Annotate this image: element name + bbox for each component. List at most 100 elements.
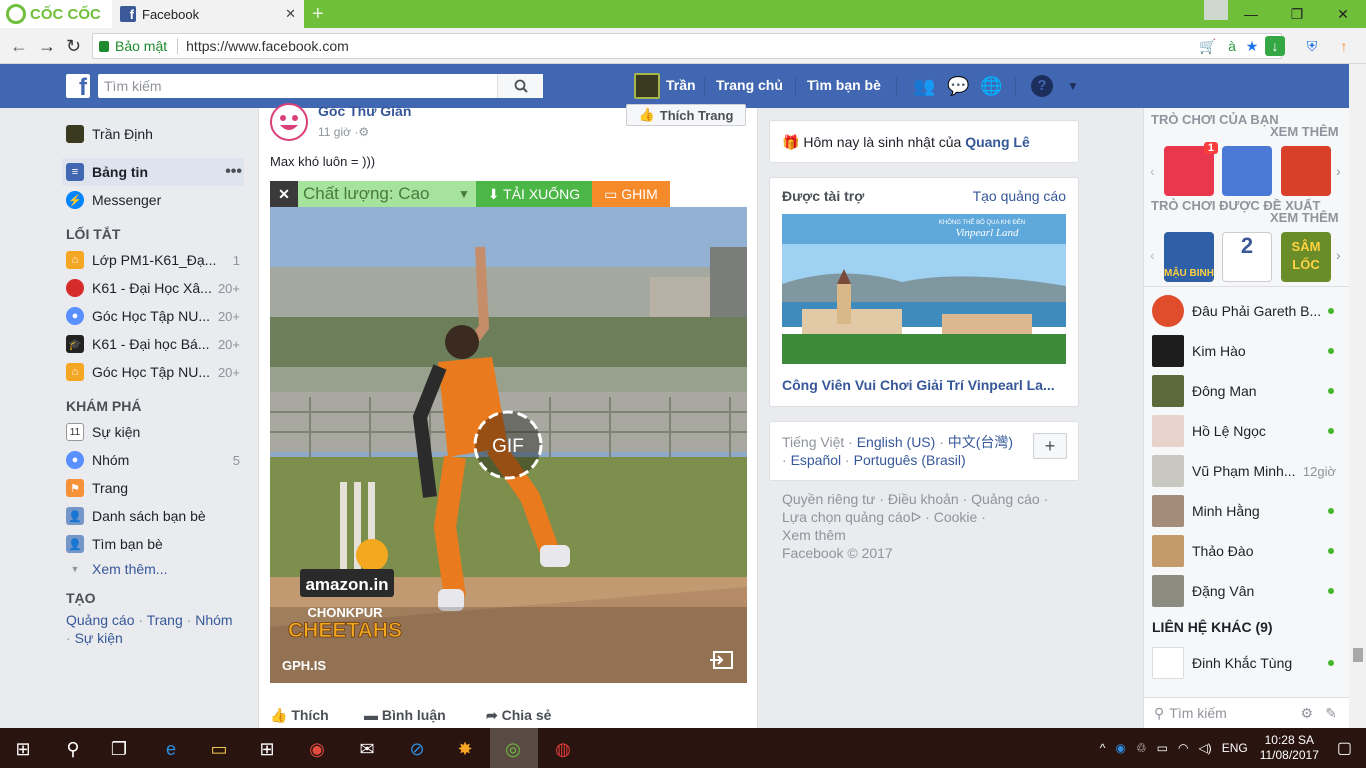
gif-play-label[interactable]: GIF bbox=[492, 436, 524, 457]
sidebar-item-pages[interactable]: ⚑ Trang bbox=[66, 475, 240, 501]
like-button[interactable]: 👍 Thích bbox=[270, 707, 329, 724]
game-tile-adventure[interactable] bbox=[1222, 146, 1272, 196]
ad-choices-link[interactable]: Lựa chọn quảng cáo bbox=[782, 509, 910, 525]
close-icon[interactable]: ✕ bbox=[270, 181, 298, 207]
messenger-icon[interactable]: 💬 bbox=[947, 75, 969, 97]
shopping-cart-icon[interactable]: 🛒 bbox=[1198, 36, 1218, 56]
sidebar-item-news-feed[interactable]: ≡ Bảng tin ••• bbox=[66, 159, 242, 185]
ad-title-link[interactable]: Công Viên Vui Chơi Giải Trí Vinpearl La.… bbox=[782, 377, 1072, 393]
app-tray-icon[interactable]: ◉ bbox=[1115, 741, 1125, 755]
browser-tab-facebook[interactable]: f Facebook ✕ bbox=[112, 0, 304, 28]
chat-contact[interactable]: Vũ Phạm Minh... 12giờ bbox=[1152, 453, 1338, 489]
friend-requests-icon[interactable]: 👥 bbox=[913, 75, 935, 97]
create-group-link[interactable]: Nhóm bbox=[195, 612, 232, 628]
find-friends-link[interactable]: Tìm bạn bè bbox=[807, 77, 881, 93]
more-options-icon[interactable]: ••• bbox=[225, 163, 242, 181]
coccoc-taskbar-icon[interactable]: ◎ bbox=[500, 736, 526, 762]
game-tile-piano[interactable]: 2 bbox=[1222, 232, 1272, 282]
facebook-search-input[interactable]: Tìm kiếm bbox=[98, 74, 543, 98]
back-icon[interactable]: ← bbox=[10, 36, 28, 57]
skype-icon[interactable]: ⊘ bbox=[404, 736, 430, 762]
account-menu-chevron-down-icon[interactable]: ▼ bbox=[1062, 75, 1084, 97]
scrollbar-thumb[interactable] bbox=[1353, 648, 1363, 662]
games-see-more-link[interactable]: XEM THÊM bbox=[1270, 124, 1339, 139]
close-window-icon[interactable]: ✕ bbox=[1320, 0, 1366, 28]
chat-contact[interactable]: Đinh Khắc Tùng bbox=[1152, 645, 1338, 681]
address-bar[interactable]: Bảo mật https://www.facebook.com bbox=[92, 33, 1282, 59]
volume-icon[interactable]: ◁) bbox=[1198, 741, 1211, 755]
minimize-icon[interactable]: — bbox=[1228, 0, 1274, 28]
sidebar-item-events[interactable]: 11 Sự kiện bbox=[66, 419, 240, 445]
create-event-link[interactable]: Sự kiện bbox=[75, 630, 123, 646]
game-tile-candy-crush[interactable]: 1 bbox=[1164, 142, 1218, 196]
quality-select[interactable]: Chất lượng: Cao ▼ bbox=[298, 181, 476, 207]
game-tile-sam-loc[interactable]: SÂM LỐC bbox=[1281, 232, 1331, 282]
language-option[interactable]: Español bbox=[791, 452, 842, 468]
share-button[interactable]: ➦ Chia sẻ bbox=[486, 707, 551, 724]
shield-icon[interactable]: ⛨ bbox=[1302, 36, 1322, 56]
task-view-icon[interactable]: ❐ bbox=[106, 736, 132, 762]
create-page-link[interactable]: Trang bbox=[147, 612, 183, 628]
media-app-icon[interactable]: ◍ bbox=[550, 736, 576, 762]
coccoc-logo[interactable]: CỐC CỐC bbox=[0, 0, 112, 28]
page-scrollbar[interactable] bbox=[1349, 64, 1366, 728]
chat-contact[interactable]: Đông Man bbox=[1152, 373, 1338, 409]
search-icon[interactable] bbox=[497, 74, 543, 98]
shortcut-item[interactable]: 🎓 K61 - Đại học Bá... 20+ bbox=[66, 331, 240, 357]
sidebar-item-friend-lists[interactable]: 👤 Danh sách bạn bè bbox=[66, 503, 240, 529]
sidebar-item-messenger[interactable]: ⚡ Messenger bbox=[66, 187, 242, 213]
terms-link[interactable]: Điều khoản bbox=[888, 491, 959, 507]
create-ad-link[interactable]: Quảng cáo bbox=[66, 612, 135, 628]
compose-icon[interactable]: ✎ bbox=[1325, 705, 1337, 722]
shortcut-item[interactable]: ⌂ Góc Học Tập NU... 20+ bbox=[66, 359, 240, 385]
file-explorer-icon[interactable]: ▭ bbox=[206, 736, 232, 762]
shortcut-item[interactable]: K61 - Đại Học Xâ... 20+ bbox=[66, 275, 240, 301]
chat-contact[interactable]: Đâu Phải Gareth B... bbox=[1152, 293, 1338, 329]
advertising-link[interactable]: Quảng cáo bbox=[971, 491, 1040, 507]
notifications-globe-icon[interactable]: 🌐 bbox=[980, 75, 1002, 97]
download-icon[interactable]: ↓ bbox=[1265, 36, 1285, 56]
avatar[interactable] bbox=[634, 73, 660, 99]
edge-browser-icon[interactable]: e bbox=[158, 736, 184, 762]
sidebar-item-find-friends[interactable]: 👤 Tìm bạn bè bbox=[66, 531, 240, 557]
download-button[interactable]: ⬇ TẢI XUỐNG bbox=[476, 181, 592, 207]
gear-icon[interactable]: ⚙ bbox=[1300, 705, 1313, 722]
ad-image[interactable]: KHÔNG THỂ BỎ QUA KHI ĐẾN Vinpearl Land bbox=[782, 214, 1066, 364]
chat-contact[interactable]: Kim Hào bbox=[1152, 333, 1338, 369]
sidebar-item-groups[interactable]: ● Nhóm 5 bbox=[66, 447, 240, 473]
cookies-link[interactable]: Cookie bbox=[934, 509, 978, 525]
close-tab-icon[interactable]: ✕ bbox=[285, 6, 296, 22]
shortcut-item[interactable]: ● Góc Học Tập NU... 20+ bbox=[66, 303, 240, 329]
gif-image[interactable]: GIF amazon.in CHONKPUR CHEETAHS GPH.IS bbox=[270, 207, 747, 683]
translate-icon[interactable]: à bbox=[1222, 36, 1242, 56]
chat-contact[interactable]: Minh Hằng bbox=[1152, 493, 1338, 529]
mail-icon[interactable]: ✉ bbox=[354, 736, 380, 762]
chevron-left-icon[interactable]: ‹ bbox=[1150, 247, 1155, 263]
chat-search-input[interactable]: ⚲ Tìm kiếm ⚙ ✎ bbox=[1144, 697, 1349, 728]
game-tile-mau-binh[interactable]: MẬU BINH bbox=[1164, 232, 1214, 282]
home-link[interactable]: Trang chủ bbox=[716, 77, 783, 93]
profile-link[interactable]: Trần bbox=[666, 77, 696, 93]
update-icon[interactable]: ↑ bbox=[1334, 36, 1354, 56]
input-language[interactable]: ENG bbox=[1222, 741, 1248, 755]
create-ad-link[interactable]: Tạo quảng cáo bbox=[973, 188, 1066, 204]
footer-see-more-link[interactable]: Xem thêm bbox=[782, 527, 846, 543]
birthday-person[interactable]: Quang Lê bbox=[965, 134, 1030, 150]
language-option[interactable]: 中文(台灣) bbox=[948, 434, 1013, 450]
language-option[interactable]: Português (Brasil) bbox=[854, 452, 966, 468]
restore-icon[interactable]: ❐ bbox=[1274, 0, 1320, 28]
bookmark-star-icon[interactable]: ★ bbox=[1242, 36, 1262, 56]
chevron-right-icon[interactable]: › bbox=[1336, 247, 1341, 263]
pin-button[interactable]: ▭ GHIM bbox=[592, 181, 670, 207]
chat-contact[interactable]: Thảo Đào bbox=[1152, 533, 1338, 569]
chat-contact[interactable]: Hồ Lệ Ngọc bbox=[1152, 413, 1338, 449]
suggested-see-more-link[interactable]: XEM THÊM bbox=[1270, 210, 1339, 225]
chrome-icon[interactable]: ◉ bbox=[304, 736, 330, 762]
chevron-up-icon[interactable]: ^ bbox=[1100, 741, 1106, 755]
see-more-link[interactable]: ▼ Xem thêm... bbox=[66, 556, 240, 582]
add-language-button[interactable]: + bbox=[1033, 433, 1067, 459]
facebook-logo-icon[interactable]: f bbox=[66, 74, 90, 100]
birthday-text[interactable]: 🎁 Hôm nay là sinh nhật của Quang Lê bbox=[782, 134, 1030, 151]
privacy-link[interactable]: Quyền riêng tư bbox=[782, 491, 875, 507]
sync-icon[interactable]: ♲ bbox=[1136, 741, 1147, 755]
